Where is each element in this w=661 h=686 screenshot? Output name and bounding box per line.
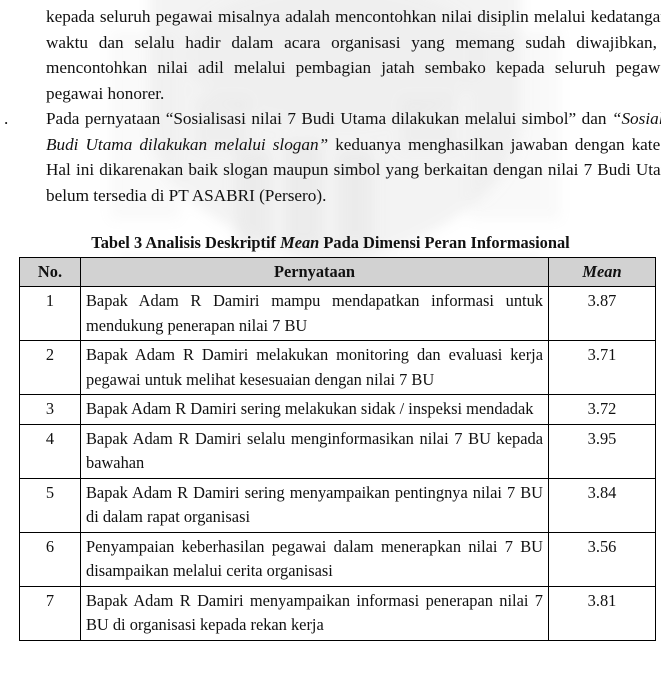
row-number: 2 [19,340,81,395]
table-body: 1 Bapak Adam R Damiri mampu mendapatkan … [19,286,656,641]
row-number: 3 [19,394,81,425]
paragraph-continued-block: kepada seluruh pegawai misalnya adalah m… [0,4,661,106]
list-item-paragraph: Pada pernyataan “Sosialisasi nilai 7 Bud… [46,106,661,208]
clipped-previous-line [0,0,661,3]
descriptive-mean-table: No. Pernyataan Mean 1 Bapak Adam R Damir… [19,257,656,641]
list-item-block: . Pada pernyataan “Sosialisasi nilai 7 B… [0,106,661,208]
column-header-mean: Mean [548,257,656,287]
column-header-statement: Pernyataan [80,257,549,287]
row-mean: 3.56 [548,531,656,587]
table-row: 3 Bapak Adam R Damiri sering melakukan s… [19,394,656,425]
row-number: 7 [19,585,81,641]
row-mean: 3.84 [548,477,656,533]
table-caption-prefix: Tabel 3 Analisis Deskriptif [91,233,281,252]
table-caption-italic-word: Mean [280,233,320,252]
column-header-no: No. [19,257,81,287]
document-page: kepada seluruh pegawai misalnya adalah m… [0,0,661,686]
row-mean: 3.95 [548,423,656,479]
table-caption: Tabel 3 Analisis Deskriptif Mean Pada Di… [0,233,661,253]
row-statement: Penyampaian keberhasilan pegawai dalam m… [80,531,549,587]
row-statement: Bapak Adam R Damiri selalu menginformasi… [80,423,549,479]
row-mean: 3.71 [548,340,656,395]
table-row: 4 Bapak Adam R Damiri selalu menginforma… [19,423,656,479]
table-row: 1 Bapak Adam R Damiri mampu mendapatkan … [19,286,656,341]
row-statement: Bapak Adam R Damiri sering melakukan sid… [80,394,549,425]
row-number: 4 [19,423,81,479]
list-item-marker: . [4,109,9,128]
row-statement: Bapak Adam R Damiri melakukan monitoring… [80,340,549,395]
table-row: 2 Bapak Adam R Damiri melakukan monitori… [19,340,656,395]
table-row: 7 Bapak Adam R Damiri menyampaikan infor… [19,585,656,641]
row-statement: Bapak Adam R Damiri menyampaikan informa… [80,585,549,641]
table-header: No. Pernyataan Mean [19,257,656,287]
row-mean: 3.72 [548,394,656,425]
table-header-row: No. Pernyataan Mean [19,257,656,287]
row-mean: 3.87 [548,286,656,341]
row-mean: 3.81 [548,585,656,641]
table-row: 5 Bapak Adam R Damiri sering menyampaika… [19,477,656,533]
table-caption-suffix: Pada Dimensi Peran Informasional [319,233,570,252]
paragraph-continued: kepada seluruh pegawai misalnya adalah m… [46,7,661,103]
list-item-text-part-1: Pada pernyataan “Sosialisasi nilai 7 Bud… [46,109,612,128]
row-statement: Bapak Adam R Damiri sering menyampaikan … [80,477,549,533]
row-number: 5 [19,477,81,533]
row-number: 6 [19,531,81,587]
row-statement: Bapak Adam R Damiri mampu mendapatkan in… [80,286,549,341]
table-row: 6 Penyampaian keberhasilan pegawai dalam… [19,531,656,587]
row-number: 1 [19,286,81,341]
